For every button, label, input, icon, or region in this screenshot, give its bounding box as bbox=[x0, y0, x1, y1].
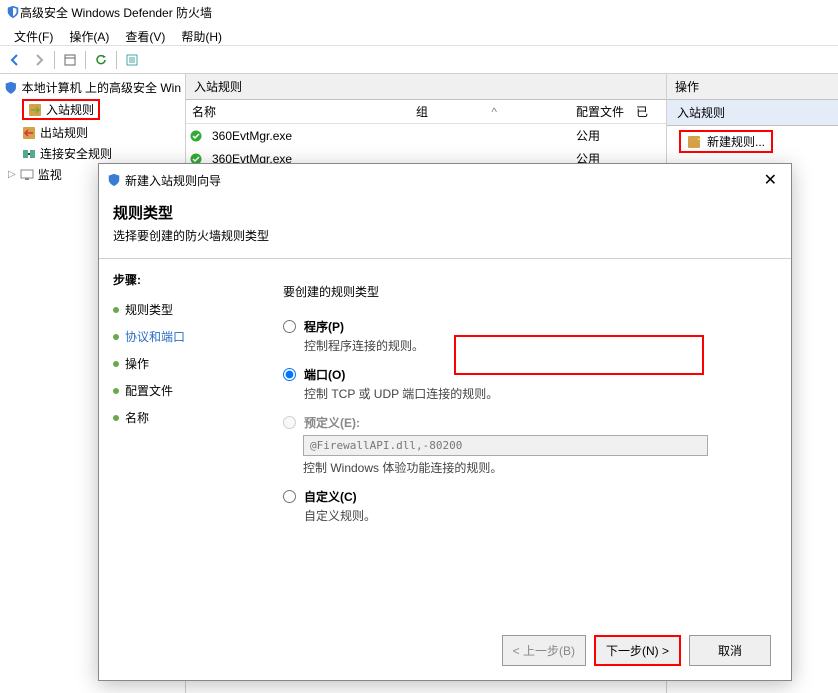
radio-program-desc: 控制程序连接的规则。 bbox=[304, 337, 424, 354]
tree-connsec[interactable]: 连接安全规则 bbox=[2, 143, 183, 164]
outbound-icon bbox=[22, 126, 36, 140]
step-profile[interactable]: 配置文件 bbox=[113, 377, 245, 404]
menu-file[interactable]: 文件(F) bbox=[6, 26, 61, 43]
radio-port[interactable]: 端口(O) 控制 TCP 或 UDP 端口连接的规则。 bbox=[283, 366, 767, 402]
wizard-titlebar: 新建入站规则向导 ✕ bbox=[99, 164, 791, 196]
window-title: 高级安全 Windows Defender 防火墙 bbox=[20, 4, 212, 21]
radio-program-input[interactable] bbox=[283, 320, 296, 333]
toolbar-separator bbox=[116, 51, 117, 69]
predefined-select: @FirewallAPI.dll,-80200 bbox=[303, 435, 708, 456]
radio-predefined-label: 预定义(E): bbox=[304, 416, 360, 430]
radio-predefined-input[interactable] bbox=[283, 416, 296, 429]
radio-custom-input[interactable] bbox=[283, 490, 296, 503]
allow-icon bbox=[186, 130, 206, 142]
shield-icon bbox=[4, 81, 18, 95]
step-name[interactable]: 名称 bbox=[113, 404, 245, 431]
actions-header: 操作 bbox=[667, 74, 838, 100]
tree-root[interactable]: 本地计算机 上的高级安全 Win bbox=[2, 78, 183, 97]
close-button[interactable]: ✕ bbox=[758, 170, 783, 190]
wizard-body: 步骤: 规则类型 协议和端口 操作 配置文件 名称 要创建的规则类型 程序(P)… bbox=[99, 259, 791, 621]
back-button[interactable] bbox=[4, 49, 26, 71]
back-button[interactable]: < 上一步(B) bbox=[502, 635, 586, 666]
toolbar-btn-1[interactable] bbox=[59, 49, 81, 71]
inbound-icon bbox=[28, 103, 42, 117]
tree-connsec-label: 连接安全规则 bbox=[40, 145, 112, 162]
menu-view[interactable]: 查看(V) bbox=[117, 26, 173, 43]
tree-monitor-label: 监视 bbox=[38, 166, 62, 183]
col-name[interactable]: 名称 bbox=[186, 103, 416, 120]
row-profile: 公用 bbox=[576, 127, 636, 144]
center-header: 入站规则 bbox=[186, 74, 666, 100]
menu-help[interactable]: 帮助(H) bbox=[173, 26, 230, 43]
menu-bar: 文件(F) 操作(A) 查看(V) 帮助(H) bbox=[0, 24, 838, 46]
radio-port-input[interactable] bbox=[283, 368, 296, 381]
radio-custom[interactable]: 自定义(C) 自定义规则。 bbox=[283, 488, 767, 524]
step-protocol-ports[interactable]: 协议和端口 bbox=[113, 323, 245, 350]
column-headers: 名称 组 ^ 配置文件 已 bbox=[186, 100, 666, 124]
actions-subheader: 入站规则 bbox=[667, 100, 838, 126]
shield-icon bbox=[107, 173, 121, 187]
cancel-button[interactable]: 取消 bbox=[689, 635, 771, 666]
col-profile[interactable]: 配置文件 bbox=[576, 103, 636, 120]
predefined-desc: 控制 Windows 体验功能连接的规则。 bbox=[303, 459, 767, 476]
action-new-rule[interactable]: 新建规则... bbox=[667, 126, 838, 157]
action-new-rule-label: 新建规则... bbox=[707, 133, 765, 150]
radio-port-desc: 控制 TCP 或 UDP 端口连接的规则。 bbox=[304, 385, 498, 402]
radio-port-label: 端口(O) bbox=[304, 368, 345, 382]
sort-indicator-icon: ^ bbox=[491, 105, 497, 119]
menu-action[interactable]: 操作(A) bbox=[61, 26, 117, 43]
steps-label: 步骤: bbox=[113, 271, 245, 288]
step-rule-type[interactable]: 规则类型 bbox=[113, 296, 245, 323]
toolbar-separator bbox=[85, 51, 86, 69]
wizard-title: 新建入站规则向导 bbox=[125, 172, 221, 189]
col-enabled[interactable]: 已 bbox=[636, 103, 648, 120]
tree-outbound[interactable]: 出站规则 bbox=[2, 122, 183, 143]
toolbar-separator bbox=[54, 51, 55, 69]
wizard-heading: 规则类型 bbox=[113, 202, 777, 223]
wizard-header: 规则类型 选择要创建的防火墙规则类型 bbox=[99, 196, 791, 259]
refresh-button[interactable] bbox=[90, 49, 112, 71]
col-group[interactable]: 组 ^ bbox=[416, 103, 576, 120]
wizard-content: 要创建的规则类型 程序(P) 控制程序连接的规则。 端口(O) 控制 TCP 或… bbox=[259, 259, 791, 621]
wizard-steps: 步骤: 规则类型 协议和端口 操作 配置文件 名称 bbox=[99, 259, 259, 621]
new-rule-icon bbox=[687, 135, 701, 149]
wizard-dialog: 新建入站规则向导 ✕ 规则类型 选择要创建的防火墙规则类型 步骤: 规则类型 协… bbox=[98, 163, 792, 681]
table-row[interactable]: 360EvtMgr.exe 公用 bbox=[186, 124, 666, 147]
wizard-buttons: < 上一步(B) 下一步(N) > 取消 bbox=[99, 621, 791, 680]
next-button[interactable]: 下一步(N) > bbox=[594, 635, 681, 666]
tree-inbound[interactable]: 入站规则 bbox=[2, 97, 183, 122]
tree-outbound-label: 出站规则 bbox=[40, 124, 88, 141]
expand-icon[interactable]: ▷ bbox=[8, 169, 16, 180]
forward-button[interactable] bbox=[28, 49, 50, 71]
tree-root-label: 本地计算机 上的高级安全 Win bbox=[22, 79, 181, 96]
row-name: 360EvtMgr.exe bbox=[206, 129, 416, 143]
toolbar-btn-list[interactable] bbox=[121, 49, 143, 71]
tree-inbound-label: 入站规则 bbox=[46, 101, 94, 118]
radio-program[interactable]: 程序(P) 控制程序连接的规则。 bbox=[283, 318, 767, 354]
radio-program-label: 程序(P) bbox=[304, 320, 344, 334]
step-action[interactable]: 操作 bbox=[113, 350, 245, 377]
toolbar bbox=[0, 46, 838, 74]
connsec-icon bbox=[22, 147, 36, 161]
monitor-icon bbox=[20, 168, 34, 182]
radio-custom-desc: 自定义规则。 bbox=[304, 507, 376, 524]
shield-icon bbox=[6, 5, 20, 19]
wizard-subheading: 选择要创建的防火墙规则类型 bbox=[113, 227, 777, 244]
window-titlebar: 高级安全 Windows Defender 防火墙 bbox=[0, 0, 838, 24]
radio-custom-label: 自定义(C) bbox=[304, 490, 357, 504]
wizard-prompt: 要创建的规则类型 bbox=[283, 283, 767, 300]
radio-predefined[interactable]: 预定义(E): bbox=[283, 414, 767, 431]
